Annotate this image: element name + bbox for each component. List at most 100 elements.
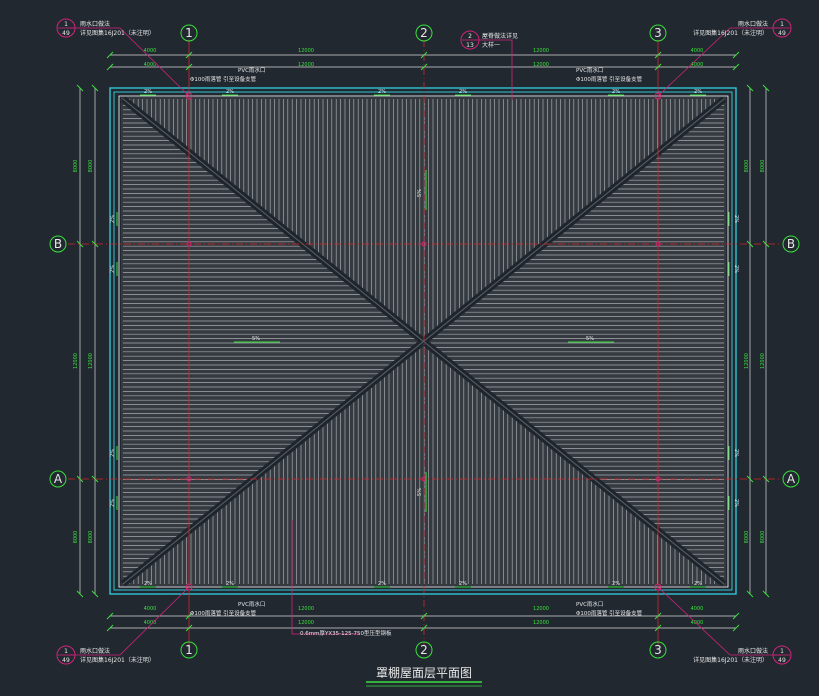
roof-plan-drawing: 4000 12000 12000 4000 4000 12000 12000 4… [49,18,800,687]
axis-label: A [54,472,63,486]
dim-text: 8000 [744,531,750,544]
dim-text: 8000 [744,160,750,173]
panel-note: 0.6mm厚YX35-125-750型压型钢板 [300,629,392,637]
dim-text: 8000 [73,160,79,173]
dim-text: 8000 [760,160,766,173]
dim-text: 12000 [533,620,549,626]
axis-bubble-3-top: 3 [649,24,667,42]
dim-text: 12000 [298,62,314,68]
dim-text: 12000 [88,353,94,369]
pvc-outlet-note: PVC雨水口 [238,600,265,608]
callout-sheet: 49 [62,30,70,37]
pvc-outlet-note: PVC雨水口 [576,66,603,74]
callout-line1: 雨水口做法 [738,20,768,28]
callout-line2: 详见图集16J201（未注明） [693,656,768,664]
dim-text: 4000 [691,606,704,612]
dim-text: 4000 [144,62,157,68]
slope-label: 2% [612,89,620,95]
axis-bubble-1-bottom: 1 [180,641,198,659]
dim-text: 4000 [691,620,704,626]
dim-text: 12000 [533,62,549,68]
leader-line [478,39,513,100]
dim-text: 8000 [88,160,94,173]
pipe-note: Φ100雨落管 引至设备支管 [576,609,643,617]
callout-num: 1 [780,648,784,655]
slope-label: 2% [378,581,386,587]
axis-bubble-3-bottom: 3 [649,641,667,659]
dim-text: 8000 [760,531,766,544]
axis-label: B [787,237,795,251]
slope-label: 2% [733,215,739,223]
axis-label: 1 [185,643,193,657]
dim-text: 12000 [298,606,314,612]
callout-sheet: 49 [778,30,786,37]
slope-label: 2% [144,89,152,95]
slope-label: 2% [733,265,739,273]
slope-label: 5% [417,189,423,197]
axis-bubble-2-top: 2 [415,24,433,42]
pipe-note: Φ100雨落管 引至设备支管 [576,75,643,83]
dim-text: 12000 [73,353,79,369]
dim-text: 12000 [760,353,766,369]
leader-line [70,27,190,97]
callout-sheet: 13 [466,42,474,49]
callout-line1: 屋脊做法详见 [482,32,518,40]
callout-num: 1 [64,21,68,28]
callout-num: 2 [468,33,472,40]
drawing-title-block: 罩棚屋面层平面图 [366,665,482,687]
dim-text: 4000 [691,48,704,54]
callout-line2: 详见图集16J201（未注明） [80,29,155,37]
callout-line1: 雨水口做法 [80,20,110,28]
axis-label: 1 [185,26,193,40]
dim-text: 12000 [533,606,549,612]
slope-label: 2% [459,581,467,587]
axis-bubble-2-bottom: 2 [415,641,433,659]
axis-label: 2 [420,643,428,657]
callout-line1: 雨水口做法 [80,647,110,655]
slope-label: 2% [110,265,116,273]
slope-label: 2% [612,581,620,587]
axis-bubble-A-left: A [49,470,67,488]
slope-label: 5% [586,336,594,342]
slope-label: 5% [252,336,260,342]
axis-label: A [787,472,796,486]
slope-label: 2% [110,449,116,457]
dim-text: 12000 [533,48,549,54]
axis-bubble-A-right: A [782,470,800,488]
callout-num: 1 [64,648,68,655]
dim-text: 8000 [88,531,94,544]
slope-label: 2% [694,89,702,95]
dim-text: 4000 [144,606,157,612]
slope-label: 2% [733,499,739,507]
slope-label: 2% [110,215,116,223]
slope-label: 2% [459,89,467,95]
slope-label: 2% [226,89,234,95]
axis-bubble-B-right: B [782,235,800,253]
slope-label: 2% [733,449,739,457]
pipe-note: Φ100雨落管 引至设备支管 [190,609,257,617]
pvc-outlet-note: PVC雨水口 [576,600,603,608]
dim-text: 8000 [73,531,79,544]
leader-line [70,586,190,656]
slope-label: 2% [226,581,234,587]
axis-label: 3 [654,643,662,657]
callout-sheet: 49 [62,657,70,664]
pipe-note: Φ100雨落管 引至设备支管 [190,75,257,83]
leader-line [657,586,782,656]
dim-text: 12000 [298,48,314,54]
dim-text: 12000 [298,620,314,626]
slope-label: 2% [110,499,116,507]
axis-bubble-1-top: 1 [180,24,198,42]
callout-line1: 雨水口做法 [738,647,768,655]
dim-text: 12000 [744,353,750,369]
axis-bubble-B-left: B [49,235,67,253]
slope-label: 2% [144,581,152,587]
axis-label: B [54,237,62,251]
callout-num: 1 [780,21,784,28]
callout-line2: 大样一 [482,41,500,49]
axis-label: 2 [420,26,428,40]
drawing-title: 罩棚屋面层平面图 [376,665,472,680]
slope-label: 2% [378,89,386,95]
callout-sheet: 49 [778,657,786,664]
slope-label: 2% [694,581,702,587]
